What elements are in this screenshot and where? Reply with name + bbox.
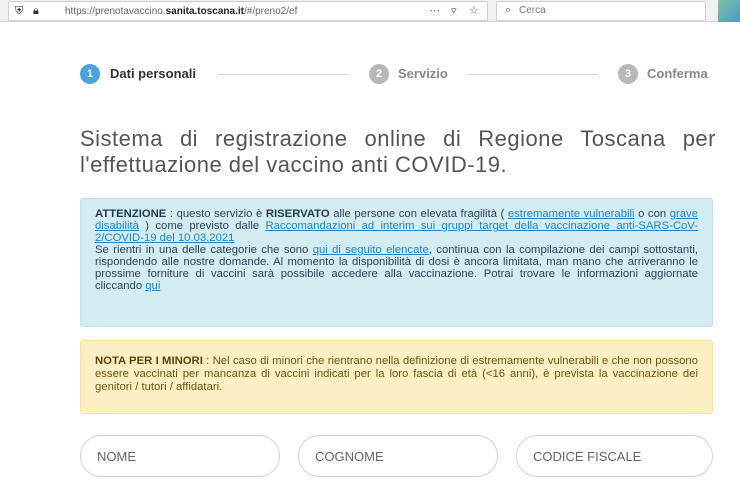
alert-text: alle persone con elevata fragilità (: [329, 208, 508, 220]
page-title: Sistema di registrazione online di Regio…: [80, 126, 716, 177]
link-categories-list[interactable]: qui di seguito elencate: [313, 244, 429, 256]
link-updated-info[interactable]: qui: [145, 280, 160, 292]
alert-text: : questo servizio è: [166, 208, 266, 220]
shield-icon[interactable]: ⛨: [15, 4, 23, 18]
progress-stepper: 1 Dati personali 2 Servizio 3 Conferma: [0, 60, 740, 88]
step-1-number: 1: [80, 64, 100, 84]
first-name-input[interactable]: [80, 435, 280, 477]
alert-text: o con: [634, 208, 670, 220]
tax-code-input[interactable]: [516, 435, 713, 477]
browser-search-box[interactable]: ⌕ Cerca: [496, 1, 706, 21]
more-actions-icon[interactable]: ⋯: [429, 4, 440, 18]
step-divider: [468, 74, 598, 75]
alert-text: Se rientri in una delle categorie che so…: [95, 244, 313, 256]
browser-toolbar: ⛨ 🔒︎ https://prenotavaccino.sanita.tosca…: [0, 0, 740, 22]
last-name-input[interactable]: [298, 435, 498, 477]
search-icon: ⌕: [505, 4, 512, 16]
bookmark-star-icon[interactable]: ☆: [469, 4, 479, 18]
minors-note-alert: NOTA PER I MINORI : Nel caso di minori c…: [80, 340, 713, 414]
step-2-number: 2: [369, 64, 389, 84]
step-3-number: 3: [618, 64, 638, 84]
alert-text: ) come previsto dalle: [138, 220, 266, 232]
search-placeholder: Cerca: [519, 5, 546, 16]
address-bar[interactable]: ⛨ 🔒︎ https://prenotavaccino.sanita.tosca…: [8, 1, 488, 21]
url-text[interactable]: https://prenotavaccino.sanita.toscana.it…: [65, 5, 297, 18]
theme-artwork: [718, 0, 740, 22]
step-3-label: Conferma: [647, 66, 708, 81]
step-1-label: Dati personali: [110, 66, 196, 81]
link-extremely-vulnerable[interactable]: estremamente vulnerabili: [508, 208, 635, 220]
attention-label: ATTENZIONE: [95, 208, 167, 220]
pocket-icon[interactable]: ▿: [451, 4, 457, 18]
step-divider: [218, 74, 348, 75]
step-2-label: Servizio: [398, 66, 448, 81]
lock-icon[interactable]: 🔒︎: [33, 4, 39, 18]
minors-note-label: NOTA PER I MINORI: [95, 355, 203, 367]
reserved-label: RISERVATO: [265, 208, 330, 220]
attention-alert: ATTENZIONE : questo servizio è RISERVATO…: [80, 198, 713, 327]
